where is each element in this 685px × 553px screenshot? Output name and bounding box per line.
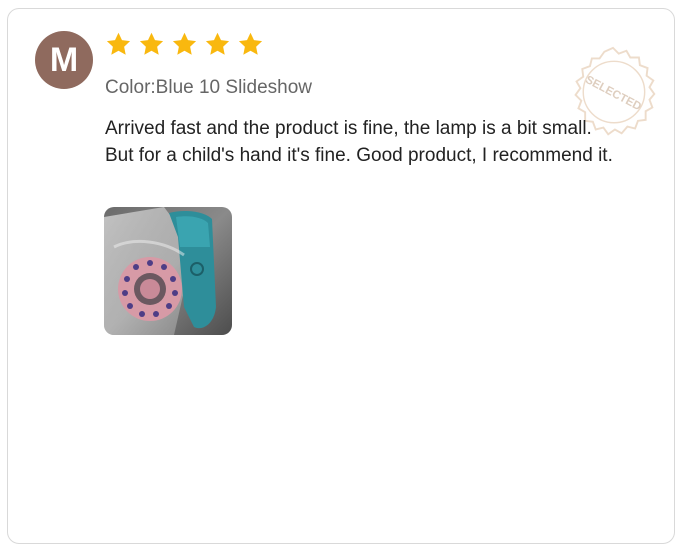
seal-text: SELECTED: [583, 74, 643, 113]
avatar-initial: M: [49, 40, 79, 79]
star-icon: [139, 32, 164, 55]
variant-label: Color:Blue 10 Slideshow: [105, 77, 313, 98]
star-icon: [172, 32, 197, 55]
star-icon: [238, 32, 263, 55]
star-icon: [205, 32, 230, 55]
review-card: M Color:Blue 10 Slideshow SELECTED Arriv…: [7, 8, 675, 544]
avatar: M: [35, 31, 93, 89]
review-photo[interactable]: [104, 207, 232, 335]
review-photo-image: [104, 207, 232, 335]
rating-stars: [105, 31, 264, 58]
star-icon: [106, 32, 131, 55]
review-text: Arrived fast and the product is fine, th…: [105, 118, 613, 166]
